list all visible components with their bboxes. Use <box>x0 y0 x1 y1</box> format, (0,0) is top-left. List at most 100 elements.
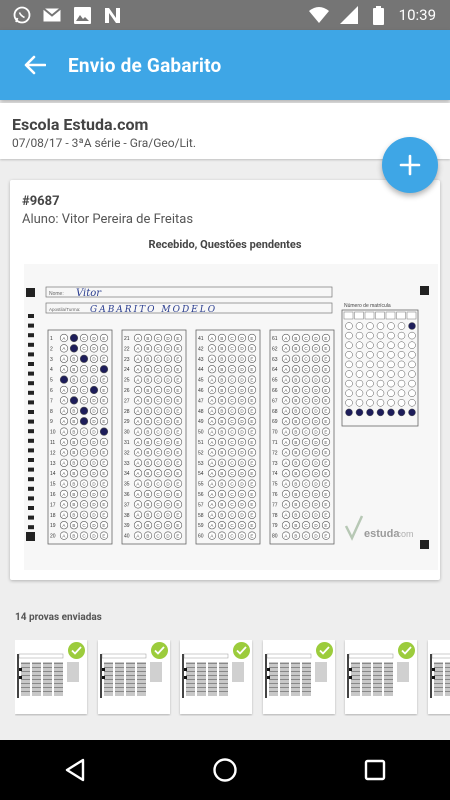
option-letter: A <box>136 481 139 486</box>
sent-thumbnail[interactable] <box>97 640 170 714</box>
option-letter: A <box>62 461 65 466</box>
question-number: 9 <box>50 419 53 425</box>
marked-bubble <box>89 385 99 395</box>
option-letter: B <box>146 481 149 486</box>
matricula-bubble <box>345 351 353 359</box>
option-letter: E <box>324 502 327 507</box>
sent-thumbnail[interactable] <box>15 640 87 714</box>
option-letter: E <box>176 533 179 538</box>
option-letter: E <box>102 523 105 528</box>
option-letter: E <box>102 492 105 497</box>
matricula-bubble <box>397 370 406 378</box>
option-letter: E <box>102 336 105 341</box>
option-letter: B <box>220 481 223 486</box>
marked-bubble <box>397 408 406 417</box>
option-letter: E <box>176 409 179 414</box>
question-number: 19 <box>50 523 56 529</box>
matricula-bubble <box>397 351 406 359</box>
option-letter: A <box>136 367 139 372</box>
timing-mark <box>28 333 34 338</box>
option-letter: A <box>284 523 287 528</box>
matricula-bubble <box>376 322 385 330</box>
matricula-digit-box <box>406 311 417 320</box>
option-letter: A <box>284 471 287 476</box>
option-letter: B <box>146 409 149 414</box>
option-letter: B <box>294 440 297 445</box>
option-letter: A <box>210 398 213 403</box>
nav-recents-button[interactable] <box>350 745 400 795</box>
option-letter: E <box>250 377 253 382</box>
question-number: 18 <box>50 513 56 519</box>
question-number: 29 <box>124 419 130 425</box>
marked-bubble <box>408 322 416 330</box>
matricula-digit-box <box>396 311 406 320</box>
option-letter: A <box>210 461 213 466</box>
option-letter: A <box>284 367 287 372</box>
timing-mark <box>28 515 34 520</box>
option-letter: E <box>250 388 253 393</box>
question-number: 61 <box>272 336 278 342</box>
marked-bubble <box>69 333 79 343</box>
timing-mark <box>28 486 34 491</box>
marked-bubble <box>69 344 79 353</box>
matricula-bubble <box>366 370 374 378</box>
question-number: 24 <box>124 367 130 373</box>
option-letter: B <box>294 461 297 466</box>
option-letter: B <box>72 377 75 382</box>
add-button[interactable] <box>382 137 438 193</box>
back-button[interactable] <box>20 50 50 80</box>
matricula-bubble <box>397 399 406 407</box>
matricula-bubble <box>408 389 416 397</box>
corner-marker <box>26 288 35 297</box>
option-letter: A <box>136 346 139 351</box>
option-letter: B <box>220 419 223 424</box>
option-letter: A <box>62 533 65 538</box>
option-letter: A <box>62 346 65 351</box>
option-letter: A <box>284 429 287 434</box>
option-letter: E <box>176 492 179 497</box>
nav-home-button[interactable] <box>200 745 250 795</box>
option-letter: A <box>284 388 287 393</box>
option-letter: E <box>176 502 179 507</box>
sent-thumbnail[interactable] <box>345 640 417 714</box>
matricula-digit-box <box>343 311 354 320</box>
option-letter: A <box>136 398 139 403</box>
option-letter: E <box>176 481 179 486</box>
timing-mark <box>28 477 34 482</box>
option-letter: A <box>210 523 213 528</box>
matricula-digit-box <box>354 311 364 320</box>
question-number: 62 <box>272 346 278 352</box>
answer-sheet-card[interactable]: #9687 Aluno: Vitor Pereira de Freitas Re… <box>10 180 440 580</box>
marked-bubble <box>79 417 89 426</box>
matricula-bubble <box>376 341 385 349</box>
option-letter: B <box>294 419 297 424</box>
timing-mark <box>28 371 34 376</box>
timing-mark <box>28 419 34 424</box>
sent-thumbnail[interactable] <box>262 640 335 714</box>
question-number: 31 <box>124 440 130 446</box>
option-letter: E <box>324 471 327 476</box>
matricula-bubble <box>376 379 385 388</box>
option-letter: B <box>220 533 223 538</box>
option-letter: E <box>324 367 327 372</box>
option-letter: E <box>102 346 105 351</box>
matricula-bubble <box>376 360 385 369</box>
back-triangle-icon <box>65 758 85 782</box>
check-icon <box>398 642 415 659</box>
option-letter: E <box>324 481 327 486</box>
matricula-bubble <box>408 379 416 388</box>
option-letter: B <box>72 492 75 497</box>
option-letter: B <box>294 450 297 455</box>
timing-mark <box>28 362 34 366</box>
sent-thumbnail[interactable] <box>180 640 252 714</box>
question-number: 40 <box>124 534 130 540</box>
matricula-bubble <box>397 379 406 388</box>
nav-back-button[interactable] <box>50 745 100 795</box>
subject-handwriting: GABARITO MODELO <box>90 305 217 315</box>
wifi-icon <box>308 5 329 25</box>
matricula-bubble <box>397 341 406 349</box>
timing-mark <box>28 506 34 510</box>
question-number: 28 <box>124 409 130 415</box>
question-number: 4 <box>50 367 53 373</box>
sent-thumbnail[interactable] <box>427 640 450 714</box>
